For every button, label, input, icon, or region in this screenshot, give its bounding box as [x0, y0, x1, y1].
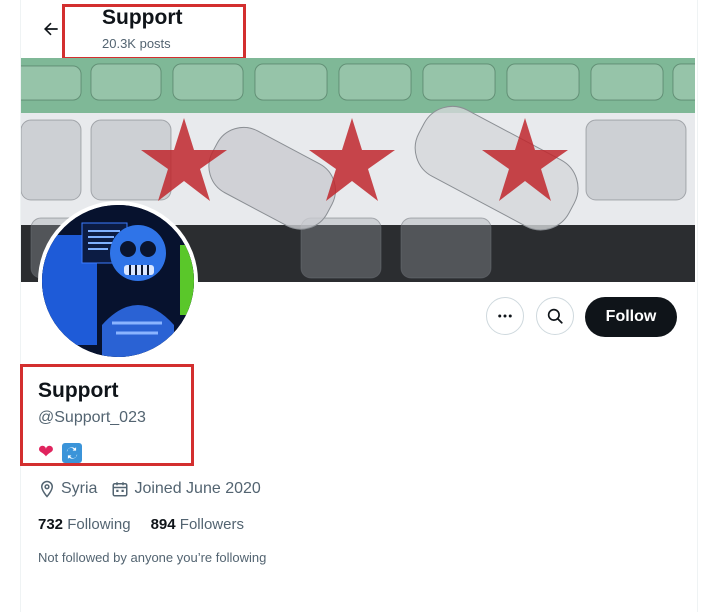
- following-link[interactable]: 732 Following: [38, 516, 131, 533]
- highlight-box-profile: [20, 364, 194, 466]
- location-pin-icon: [40, 480, 54, 498]
- highlight-box-header: [62, 4, 246, 60]
- search-profile-button[interactable]: [536, 297, 574, 335]
- location: Syria: [38, 480, 97, 498]
- follow-stats: 732 Following 894 Followers: [38, 516, 244, 533]
- followers-link[interactable]: 894 Followers: [151, 516, 244, 533]
- search-icon: [547, 308, 563, 324]
- profile-meta: Syria Joined June 2020: [38, 480, 275, 498]
- back-button[interactable]: [38, 16, 64, 42]
- avatar[interactable]: [38, 201, 198, 361]
- avatar-image: [42, 205, 194, 357]
- calendar-icon: [112, 482, 128, 497]
- followers-label: Followers: [179, 516, 244, 533]
- arrow-left-icon: [44, 22, 58, 36]
- following-label: Following: [67, 516, 131, 533]
- followers-count: 894: [150, 516, 176, 533]
- follow-button[interactable]: Follow: [585, 297, 677, 337]
- following-count: 732: [38, 516, 64, 533]
- followed-by-note: Not followed by anyone you’re following: [38, 550, 267, 565]
- join-date: Joined June 2020: [111, 480, 261, 498]
- more-dots-icon: [498, 314, 512, 318]
- more-button[interactable]: [486, 297, 524, 335]
- join-date-text: Joined June 2020: [134, 480, 261, 497]
- location-text: Syria: [61, 480, 98, 497]
